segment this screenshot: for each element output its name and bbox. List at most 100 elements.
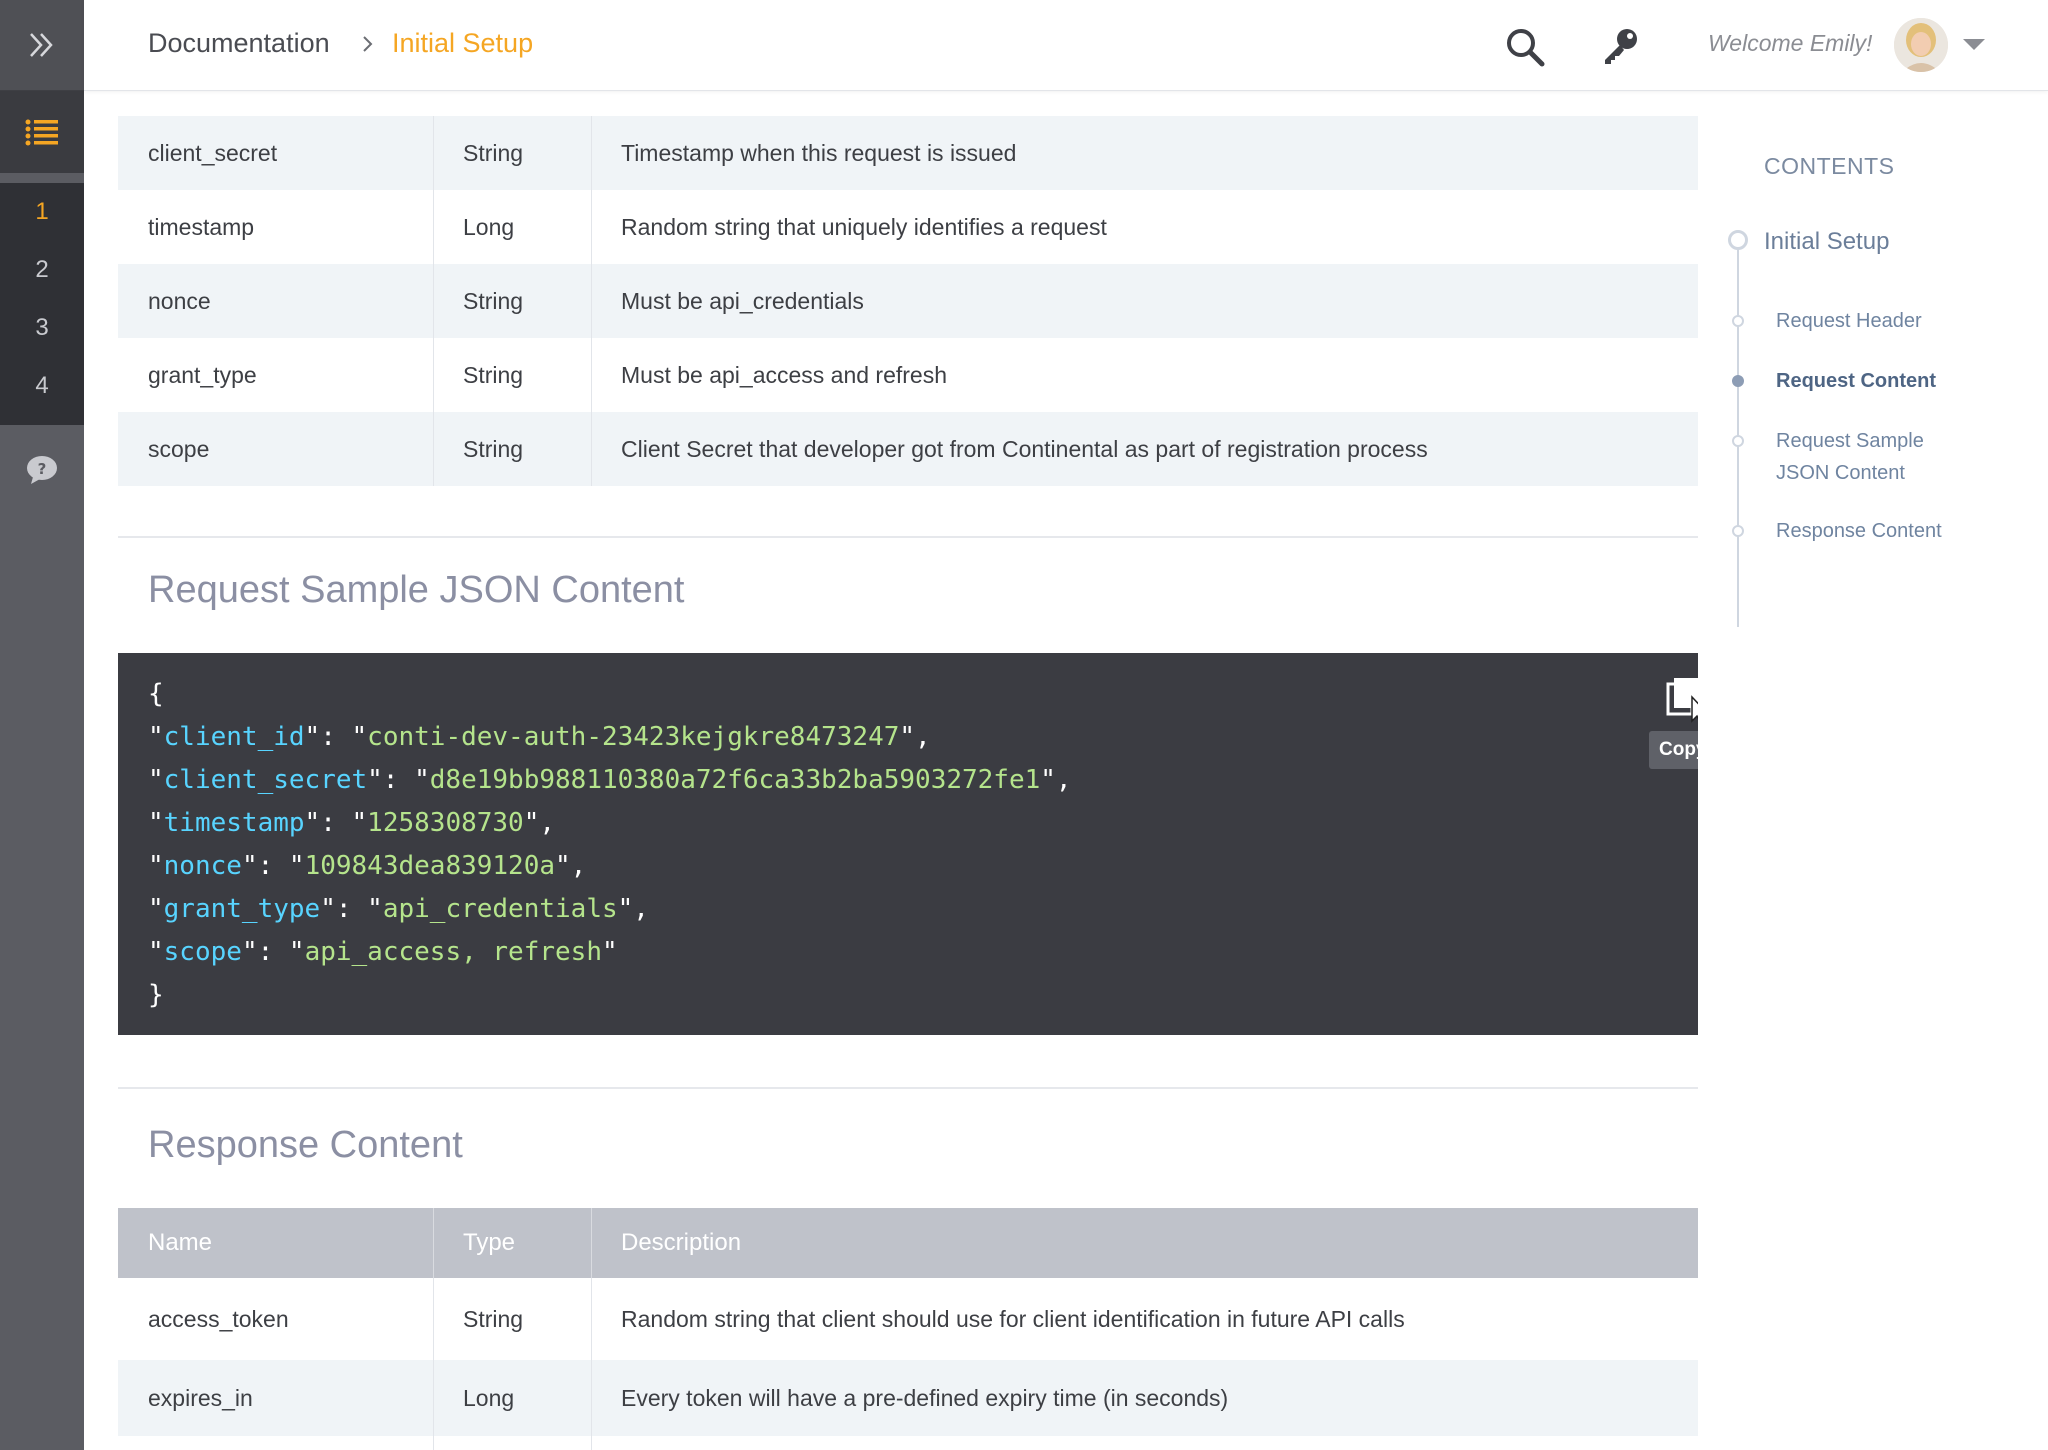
table-row: scope String Client Secret that develope…: [118, 412, 1698, 486]
column-header-type: Type: [434, 1208, 592, 1278]
param-type: String: [434, 116, 592, 190]
step-item[interactable]: 1: [0, 183, 84, 241]
section-title-response-content: Response Content: [148, 1124, 463, 1166]
code-close-brace: }: [148, 980, 164, 1010]
step-list: 1 2 3 4: [0, 183, 84, 425]
param-name: timestamp: [118, 190, 434, 264]
table-row: access_token String Random string that c…: [118, 1278, 1698, 1360]
param-description: Client Secret that developer got from Co…: [621, 435, 1428, 462]
response-content-table: Name Type Description access_token Strin…: [118, 1208, 1698, 1450]
search-icon[interactable]: [1504, 26, 1546, 73]
help-icon: ?: [27, 456, 57, 484]
code-value: 109843dea839120a: [304, 851, 556, 881]
section-divider: [118, 1087, 1698, 1089]
param-description: Must be api_credentials: [621, 287, 864, 314]
top-bar: Documentation Initial Setup Welcome Emil…: [84, 0, 2048, 91]
step-item[interactable]: 4: [0, 357, 84, 415]
code-lines: { "client_id": "conti-dev-auth-23423kejg…: [148, 673, 1072, 1017]
code-key: client_secret: [163, 765, 368, 795]
code-comma: ,: [915, 722, 931, 752]
double-chevron-right-icon: [30, 33, 53, 57]
breadcrumb-root[interactable]: Documentation: [148, 28, 330, 59]
table-row: timestamp Long Random string that unique…: [118, 190, 1698, 264]
key-icon[interactable]: [1600, 26, 1640, 71]
code-block: { "client_id": "conti-dev-auth-23423kejg…: [118, 653, 1698, 1035]
code-line: "scope": "api_access, refresh": [148, 937, 618, 967]
code-value: d8e19bb988110380a72f6ca33b2ba5903272fe1: [429, 765, 1041, 795]
table-cell-empty: [592, 1436, 1698, 1450]
step-item[interactable]: 2: [0, 241, 84, 299]
chevron-down-icon[interactable]: [1962, 38, 1986, 57]
param-type: String: [434, 412, 592, 486]
contents-item-response-content[interactable]: Response Content: [1776, 515, 1942, 547]
contents-item-request-header[interactable]: Request Header: [1776, 305, 1922, 337]
param-type: Long: [434, 190, 592, 264]
code-open-brace: {: [148, 679, 164, 709]
column-header-description: Description: [621, 1229, 742, 1256]
code-line: "client_secret": "d8e19bb988110380a72f6c…: [148, 765, 1072, 795]
code-value: 1258308730: [367, 808, 524, 838]
code-key: scope: [163, 937, 242, 967]
table-cell-empty: [434, 1436, 592, 1450]
code-key: nonce: [163, 851, 242, 881]
table-row: expires_in Long Every token will have a …: [118, 1360, 1698, 1436]
code-comma: ,: [539, 808, 556, 838]
contents-item-request-sample[interactable]: Request Sample JSON Content: [1776, 425, 1966, 489]
column-header-name: Name: [118, 1208, 434, 1278]
svg-text:?: ?: [38, 460, 47, 478]
table-of-contents-button[interactable]: [0, 91, 84, 173]
code-comma: ,: [570, 851, 587, 881]
code-key: client_id: [163, 722, 305, 752]
code-comma: ,: [1055, 765, 1072, 795]
code-key: timestamp: [163, 808, 305, 838]
contents-marker: [1732, 315, 1744, 327]
sidebar-rail: 1 2 3 4 ?: [0, 0, 84, 1450]
copy-tooltip: Copy: [1649, 731, 1698, 769]
param-type: String: [434, 264, 592, 338]
code-line: "client_id": "conti-dev-auth-23423kejgkr…: [148, 722, 931, 752]
code-comma: ,: [633, 894, 649, 924]
param-name: grant_type: [118, 338, 434, 412]
param-name: access_token: [118, 1278, 434, 1360]
code-value: api_access, refresh: [304, 937, 602, 967]
code-line: "grant_type": "api_credentials",: [148, 894, 649, 924]
contents-item-request-content[interactable]: Request Content: [1776, 365, 1936, 397]
section-title-request-sample: Request Sample JSON Content: [148, 569, 685, 611]
request-content-table: client_secret String Timestamp when this…: [118, 116, 1698, 486]
code-value: api_credentials: [382, 894, 618, 924]
code-key: grant_type: [163, 894, 321, 924]
code-line: "timestamp": "1258308730",: [148, 808, 556, 838]
step-item[interactable]: 3: [0, 299, 84, 357]
contents-panel: CONTENTS Initial Setup Request Header Re…: [1698, 91, 2048, 691]
welcome-message: Welcome Emily!: [1708, 30, 1873, 56]
contents-item-initial-setup[interactable]: Initial Setup: [1764, 228, 1889, 256]
copy-icon[interactable]: [1665, 676, 1698, 731]
main-content: client_secret String Timestamp when this…: [84, 91, 1698, 1450]
table-row: [118, 1436, 1698, 1450]
contents-marker: [1732, 435, 1744, 447]
param-name: scope: [118, 412, 434, 486]
table-row: client_secret String Timestamp when this…: [118, 116, 1698, 190]
param-name: expires_in: [118, 1360, 434, 1436]
breadcrumb-current: Initial Setup: [392, 28, 534, 58]
param-name: nonce: [118, 264, 434, 338]
param-description: Must be api_access and refresh: [621, 361, 948, 388]
section-divider: [118, 536, 1698, 538]
param-description: Every token will have a pre-defined expi…: [621, 1384, 1229, 1411]
expand-sidebar-button[interactable]: [0, 0, 84, 91]
list-icon: [25, 119, 58, 146]
param-description: Random string that uniquely identifies a…: [621, 213, 1107, 240]
contents-marker-active: [1732, 375, 1744, 387]
help-button[interactable]: ?: [0, 440, 84, 500]
code-line: "nonce": "109843dea839120a",: [148, 851, 587, 881]
contents-marker: [1732, 525, 1744, 537]
param-type: String: [434, 1278, 592, 1360]
contents-root-marker: [1728, 230, 1748, 250]
param-type: Long: [434, 1360, 592, 1436]
table-row: grant_type String Must be api_access and…: [118, 338, 1698, 412]
contents-heading: CONTENTS: [1764, 153, 1895, 179]
avatar[interactable]: [1894, 18, 1948, 72]
table-row: nonce String Must be api_credentials: [118, 264, 1698, 338]
param-type: String: [434, 338, 592, 412]
param-description: Timestamp when this request is issued: [621, 139, 1017, 166]
